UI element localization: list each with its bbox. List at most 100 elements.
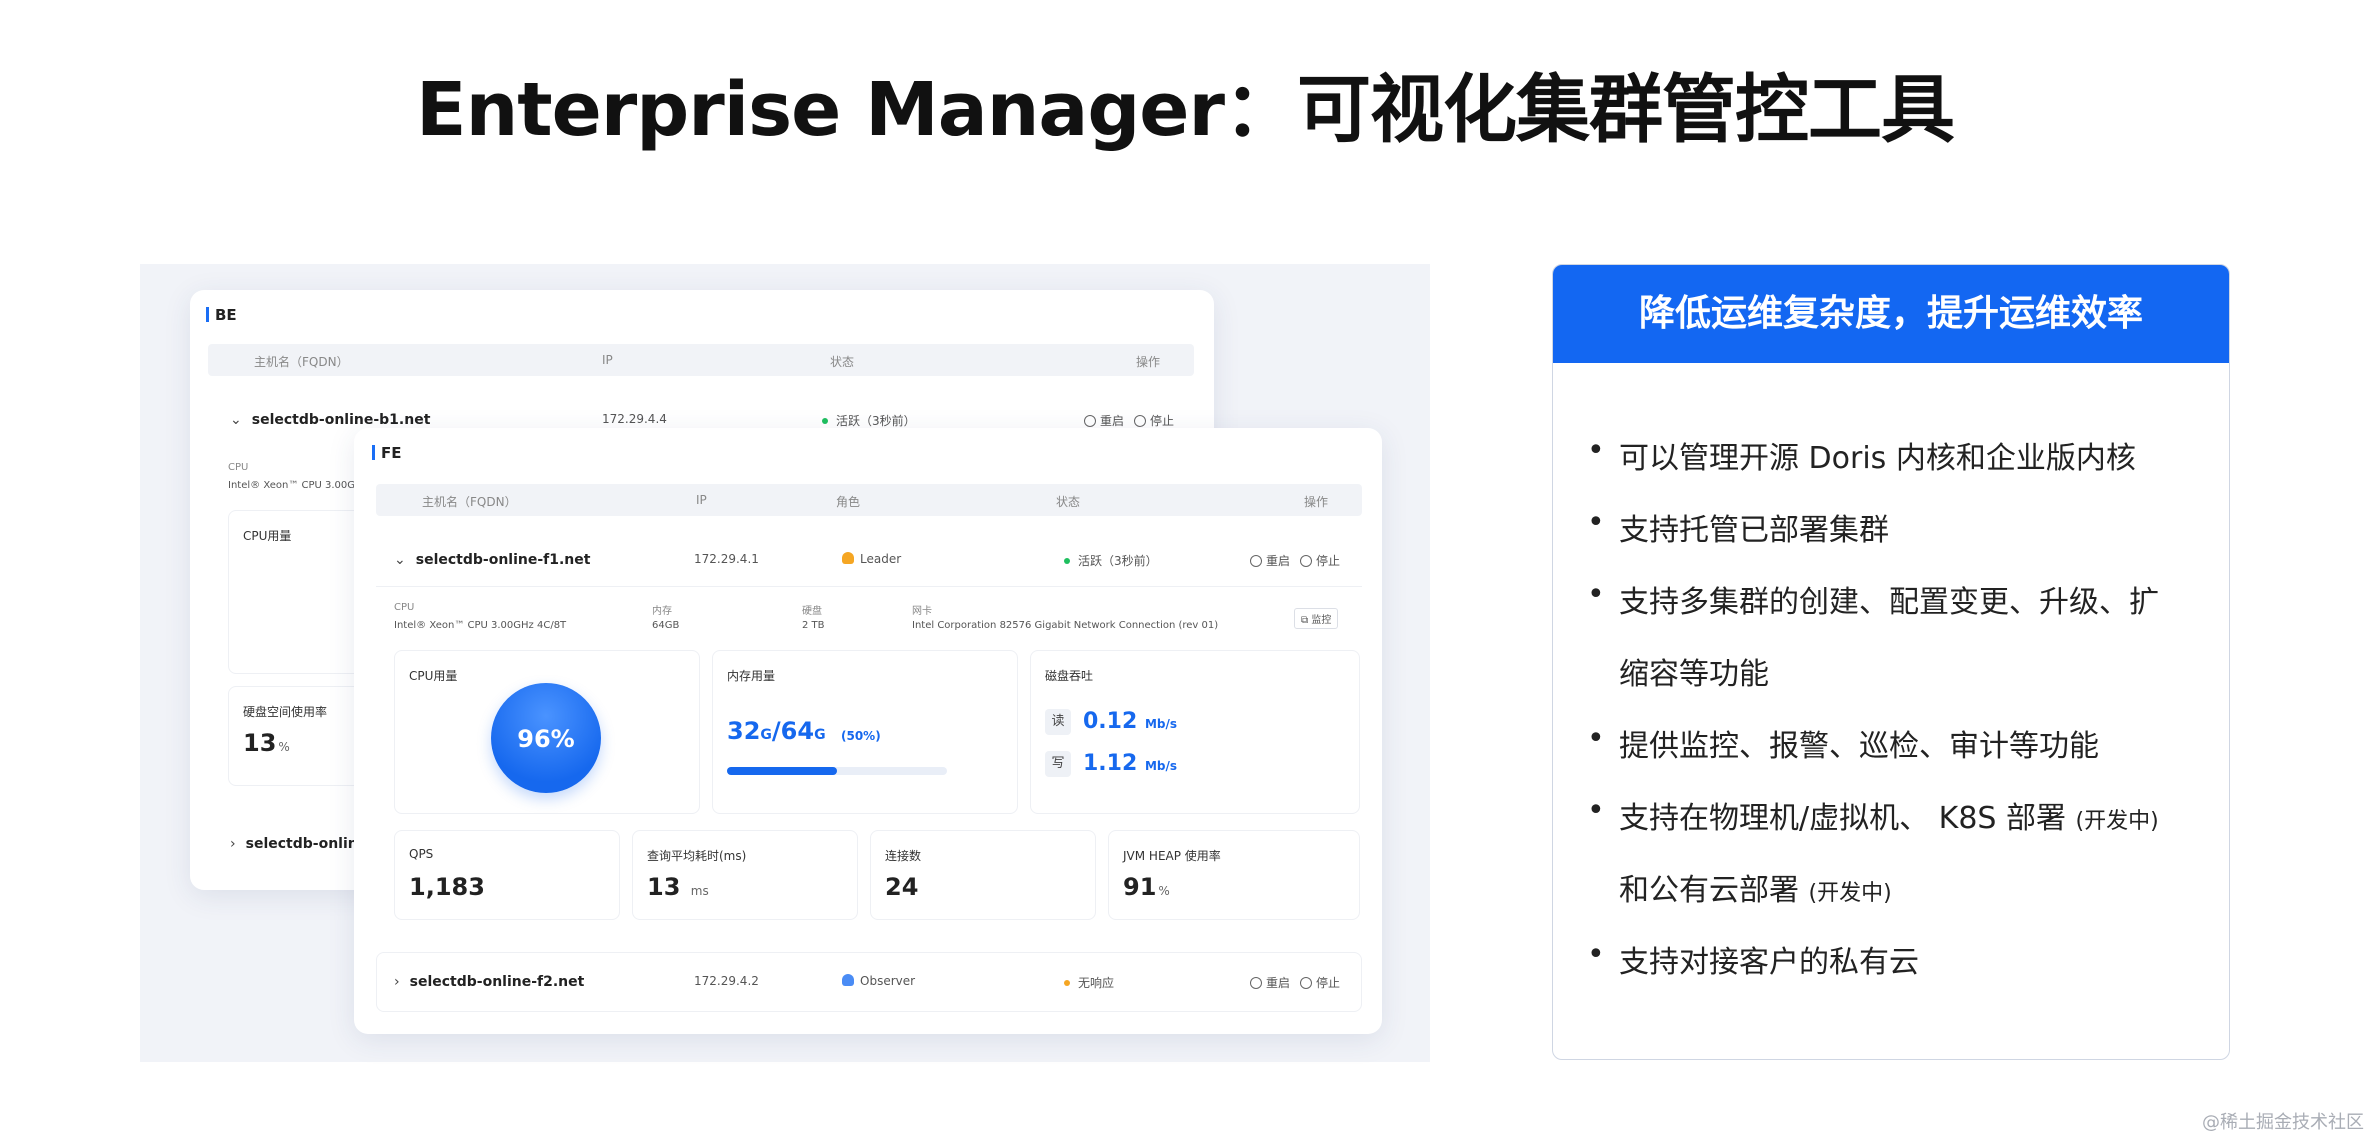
- power-icon: [1250, 977, 1262, 989]
- bullet-item: 可以管理开源 Doris 内核和企业版内核: [1619, 441, 2136, 476]
- be-row2-host[interactable]: › selectdb-online-: [230, 836, 373, 852]
- be-row1-stop[interactable]: 停止: [1134, 412, 1174, 429]
- stop-icon: [1134, 415, 1146, 427]
- stat-value: 91%: [1123, 873, 1170, 901]
- stat-label: 连接数: [885, 849, 922, 863]
- be-disk-label: 硬盘空间使用率: [243, 705, 328, 719]
- fe-mem-usage-pct: (50%): [841, 729, 881, 743]
- bullet-item: 提供监控、报警、巡检、审计等功能: [1619, 729, 2099, 764]
- info-box: 降低运维复杂度，提升运维效率 • 可以管理开源 Doris 内核和企业版内核 •…: [1552, 264, 2230, 1060]
- fe-mem-progress: [727, 767, 947, 775]
- bullet-item: 支持多集群的创建、配置变更、升级、扩: [1619, 585, 2159, 620]
- info-header: 降低运维复杂度，提升运维效率: [1553, 265, 2229, 363]
- fe-cpu-card: CPU用量 96%: [394, 650, 700, 814]
- fe-cpu-value: Intel® Xeon™ CPU 3.00GHz 4C/8T: [394, 620, 567, 631]
- stat-card-qps: QPS 1,183: [394, 830, 620, 920]
- status-ok-dot: [1064, 558, 1070, 564]
- stat-label: 查询平均耗时(ms): [647, 849, 747, 863]
- fe-disk-value: 2 TB: [802, 620, 825, 631]
- stop-icon: [1300, 977, 1312, 989]
- be-row1-restart[interactable]: 重启: [1084, 412, 1124, 429]
- stat-card-jvm-heap: JVM HEAP 使用率 91%: [1108, 830, 1360, 920]
- fe-header-ip: IP: [696, 493, 707, 507]
- chevron-right-icon[interactable]: ›: [230, 836, 236, 852]
- fe-row1-restart[interactable]: 重启: [1250, 552, 1290, 569]
- fe-disk-card: 磁盘吞吐 读 0.12 Mb/s 写 1.12 Mb/s: [1030, 650, 1360, 814]
- be-section-title: BE: [206, 306, 237, 324]
- stat-label: JVM HEAP 使用率: [1123, 849, 1221, 863]
- power-icon: [1084, 415, 1096, 427]
- fe-cpu-label: CPU: [394, 602, 415, 613]
- be-header-status: 状态: [830, 355, 855, 369]
- bullet-dot: •: [1587, 505, 1605, 540]
- be-cpu-value: Intel® Xeon™ CPU 3.00GH: [228, 480, 363, 491]
- stat-value: 1,183: [409, 873, 485, 901]
- fe-nic-label: 网卡: [912, 606, 932, 617]
- fe-row2-stop[interactable]: 停止: [1300, 974, 1340, 991]
- fe-row2-ip: 172.29.4.2: [694, 974, 759, 988]
- fe-row1-role: Leader: [842, 552, 901, 566]
- fe-row2-role: Observer: [842, 974, 915, 988]
- page-title: Enterprise Manager：可视化集群管控工具: [416, 67, 1955, 153]
- fe-disk-label: 硬盘: [802, 606, 822, 617]
- be-table-header: 主机名（FQDN） IP 状态 操作: [208, 344, 1194, 376]
- fe-mem-label: 内存: [652, 606, 672, 617]
- bullet-dot: •: [1587, 577, 1605, 612]
- stat-label: QPS: [409, 847, 434, 861]
- write-tag: 写: [1045, 751, 1071, 777]
- fe-header-actions: 操作: [1304, 495, 1329, 509]
- divider: [376, 586, 1362, 587]
- fe-row1-host[interactable]: ⌄ selectdb-online-f1.net: [394, 552, 590, 568]
- chevron-right-icon[interactable]: ›: [394, 974, 400, 990]
- be-disk-value: 13%: [243, 729, 290, 757]
- status-warn-dot: [1064, 980, 1070, 986]
- be-header-ip: IP: [602, 353, 613, 367]
- watermark: @稀土掘金技术社区: [2202, 1112, 2364, 1133]
- fe-mem-progress-fill: [727, 767, 837, 775]
- chevron-down-icon[interactable]: ⌄: [230, 412, 242, 428]
- write-value: 1.12 Mb/s: [1083, 751, 1178, 776]
- power-icon: [1250, 555, 1262, 567]
- fe-mem-usage-label: 内存用量: [727, 669, 776, 683]
- fe-cpu-usage-value: 96%: [517, 725, 575, 753]
- fe-header-role: 角色: [836, 495, 861, 509]
- bullet-item-continued: 缩容等功能: [1619, 657, 1769, 692]
- fe-row2-host[interactable]: › selectdb-online-f2.net: [394, 974, 584, 990]
- stat-value: 24: [885, 873, 919, 901]
- fe-cpu-usage-label: CPU用量: [409, 669, 458, 683]
- status-ok-dot: [822, 418, 828, 424]
- bullet-dot: •: [1587, 433, 1605, 468]
- read-value: 0.12 Mb/s: [1083, 709, 1178, 734]
- stat-card-latency: 查询平均耗时(ms) 13 ms: [632, 830, 858, 920]
- stat-value: 13 ms: [647, 873, 709, 901]
- bullet-item: 支持在物理机/虚拟机、 K8S 部署 (开发中): [1619, 801, 2159, 836]
- leader-icon: [842, 552, 854, 564]
- be-row1-status: 活跃（3秒前）: [822, 412, 916, 429]
- fe-header-status: 状态: [1056, 495, 1081, 509]
- stop-icon: [1300, 555, 1312, 567]
- fe-disk-throughput-label: 磁盘吞吐: [1045, 669, 1094, 683]
- chevron-down-icon[interactable]: ⌄: [394, 552, 406, 568]
- bullet-dot: •: [1587, 793, 1605, 828]
- fe-row1-stop[interactable]: 停止: [1300, 552, 1340, 569]
- fe-header-host: 主机名（FQDN）: [422, 495, 517, 509]
- fe-mem-card: 内存用量 32G/64G (50%): [712, 650, 1018, 814]
- fe-row2-restart[interactable]: 重启: [1250, 974, 1290, 991]
- bullet-item: 支持对接客户的私有云: [1619, 945, 1919, 980]
- monitor-button[interactable]: ⧉ 监控: [1294, 608, 1339, 629]
- be-cpu-label: CPU: [228, 462, 249, 473]
- be-header-host: 主机名（FQDN）: [254, 355, 349, 369]
- bullet-item-continued: 和公有云部署 (开发中): [1619, 873, 1892, 908]
- fe-row1-status: 活跃（3秒前）: [1064, 552, 1158, 569]
- fe-nic-value: Intel Corporation 82576 Gigabit Network …: [912, 620, 1219, 631]
- be-cpu-usage-label: CPU用量: [243, 529, 292, 543]
- external-link-icon: ⧉: [1301, 615, 1312, 626]
- fe-section-title: FE: [372, 444, 402, 462]
- fe-row1-ip: 172.29.4.1: [694, 552, 759, 566]
- fe-mem-value: 64GB: [652, 620, 680, 631]
- fe-table-header: 主机名（FQDN） IP 角色 状态 操作: [376, 484, 1362, 516]
- fe-cpu-donut: 96%: [491, 683, 601, 793]
- be-row1-host[interactable]: ⌄ selectdb-online-b1.net: [230, 412, 430, 428]
- bullet-item: 支持托管已部署集群: [1619, 513, 1889, 548]
- stat-card-connections: 连接数 24: [870, 830, 1096, 920]
